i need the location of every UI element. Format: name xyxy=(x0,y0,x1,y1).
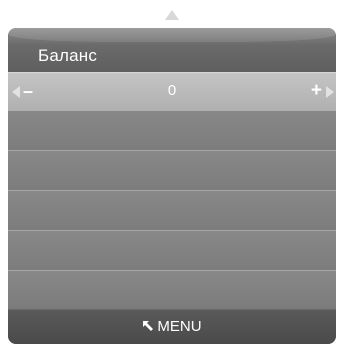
header-gloss xyxy=(8,28,336,42)
increase-button[interactable]: + xyxy=(311,80,322,102)
empty-menu-row xyxy=(8,151,336,191)
return-arrow-icon xyxy=(143,321,154,331)
scroll-up-arrow-icon[interactable] xyxy=(165,10,179,20)
menu-header: Баланс xyxy=(8,28,336,72)
menu-title: Баланс xyxy=(38,46,98,65)
empty-menu-row xyxy=(8,231,336,271)
empty-menu-row xyxy=(8,191,336,231)
menu-footer[interactable]: MENU xyxy=(8,309,336,344)
menu-label: MENU xyxy=(157,318,202,335)
balance-value: 0 xyxy=(167,82,177,99)
menu-return-button[interactable]: MENU xyxy=(8,318,336,335)
empty-menu-rows xyxy=(8,111,336,307)
balance-slider-row[interactable]: – 0 + xyxy=(8,72,336,111)
osd-menu-panel: Баланс – 0 + MENU xyxy=(8,28,336,344)
empty-menu-row xyxy=(8,111,336,151)
osd-screen: Баланс – 0 + MENU xyxy=(0,0,344,350)
triangle-right-icon[interactable] xyxy=(326,86,334,98)
empty-menu-row xyxy=(8,271,336,307)
